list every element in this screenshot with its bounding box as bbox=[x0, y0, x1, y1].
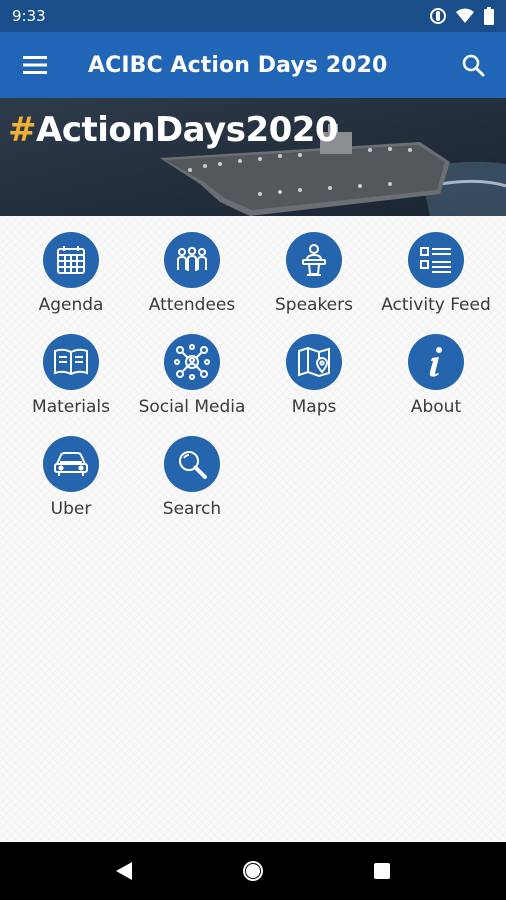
home-circle-icon bbox=[242, 861, 263, 881]
tile-search[interactable]: Search bbox=[129, 420, 255, 520]
status-time: 9:33 bbox=[12, 7, 46, 25]
tile-agenda[interactable]: Agenda bbox=[8, 216, 134, 316]
wifi-icon bbox=[456, 8, 474, 23]
menu-button[interactable] bbox=[0, 32, 70, 98]
tile-activity-feed[interactable]: Activity Feed bbox=[373, 216, 499, 316]
tile-speakers-label: Speakers bbox=[274, 295, 353, 315]
app-bar: ACIBC Action Days 2020 bbox=[0, 32, 506, 98]
tile-search-label: Search bbox=[162, 499, 222, 519]
battery-icon bbox=[484, 7, 494, 25]
menu-grid: Agenda Attendees Speakers Activity Feed … bbox=[0, 216, 506, 842]
tile-speakers-circle bbox=[286, 232, 342, 288]
tile-attendees[interactable]: Attendees bbox=[129, 216, 255, 316]
map-icon bbox=[298, 346, 330, 378]
tile-materials-label: Materials bbox=[32, 397, 110, 417]
tile-maps-circle bbox=[286, 334, 342, 390]
tile-attendees-label: Attendees bbox=[148, 295, 236, 315]
tile-activity-feed-label: Activity Feed bbox=[381, 295, 491, 315]
back-triangle-icon bbox=[116, 862, 133, 880]
tile-maps[interactable]: Maps bbox=[251, 318, 377, 418]
info-icon bbox=[429, 347, 442, 377]
app-bar-search-button[interactable] bbox=[450, 42, 496, 88]
recents-square-icon bbox=[373, 863, 390, 879]
home-button[interactable] bbox=[223, 842, 283, 900]
tile-activity-feed-circle bbox=[408, 232, 464, 288]
tile-social-media[interactable]: Social Media bbox=[129, 318, 255, 418]
banner-hash-symbol: # bbox=[8, 110, 37, 150]
system-nav-bar bbox=[0, 842, 506, 900]
book-icon bbox=[54, 348, 88, 376]
tile-materials[interactable]: Materials bbox=[8, 318, 134, 418]
tile-maps-label: Maps bbox=[291, 397, 337, 417]
tile-search-circle bbox=[164, 436, 220, 492]
podium-icon bbox=[302, 244, 326, 276]
tile-uber[interactable]: Uber bbox=[8, 420, 134, 520]
tile-agenda-label: Agenda bbox=[38, 295, 104, 315]
tile-uber-label: Uber bbox=[50, 499, 92, 519]
list-icon bbox=[420, 247, 451, 273]
tile-social-media-label: Social Media bbox=[138, 397, 246, 417]
banner-hashtag-text: ActionDays2020 bbox=[36, 110, 339, 150]
tile-materials-circle bbox=[43, 334, 99, 390]
network-icon bbox=[174, 344, 210, 380]
search-icon bbox=[462, 54, 485, 77]
people-icon bbox=[177, 246, 207, 271]
hamburger-menu-icon bbox=[23, 56, 47, 74]
tile-about-circle bbox=[408, 334, 464, 390]
banner-hashtag: #ActionDays2020 bbox=[8, 110, 339, 150]
tile-speakers[interactable]: Speakers bbox=[251, 216, 377, 316]
calendar-icon bbox=[57, 246, 85, 274]
status-bar: 9:33 bbox=[0, 0, 506, 32]
event-banner: #ActionDays2020 bbox=[0, 98, 506, 216]
recents-button[interactable] bbox=[352, 842, 412, 900]
tile-about[interactable]: About bbox=[373, 318, 499, 418]
tile-uber-circle bbox=[43, 436, 99, 492]
do-not-disturb-icon bbox=[430, 8, 446, 24]
tile-about-label: About bbox=[410, 397, 462, 417]
magnifier-icon bbox=[179, 451, 207, 479]
status-icons bbox=[430, 7, 494, 25]
tile-attendees-circle bbox=[164, 232, 220, 288]
tile-agenda-circle bbox=[43, 232, 99, 288]
car-icon bbox=[54, 452, 88, 476]
back-button[interactable] bbox=[94, 842, 154, 900]
app-title: ACIBC Action Days 2020 bbox=[88, 52, 388, 78]
tile-social-media-circle bbox=[164, 334, 220, 390]
